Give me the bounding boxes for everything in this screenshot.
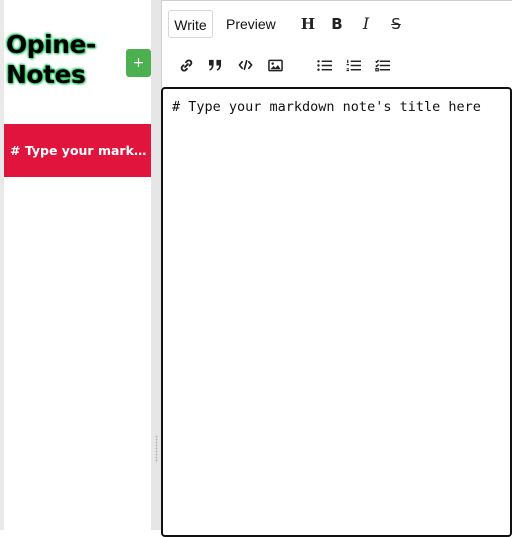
quote-icon	[208, 59, 221, 71]
app-title-line1: Opine-	[6, 30, 96, 59]
strikethrough-icon: S	[391, 15, 401, 33]
code-icon	[238, 59, 252, 71]
markdown-editor: Write Preview H B I S # Type your markdo…	[161, 0, 512, 537]
image-button[interactable]	[264, 54, 286, 76]
bold-button[interactable]: B	[326, 13, 348, 35]
app-title: Opine- Notes	[6, 30, 96, 90]
task-list-icon	[374, 59, 390, 71]
bulleted-list-icon	[316, 59, 332, 71]
italic-icon: I	[362, 14, 370, 33]
strikethrough-button[interactable]: S	[385, 13, 407, 35]
numbered-list-button[interactable]	[342, 54, 364, 76]
app-title-line2: Notes	[6, 60, 86, 89]
image-icon	[267, 59, 283, 71]
tab-preview[interactable]: Preview	[218, 10, 284, 38]
add-note-button[interactable]: +	[126, 49, 151, 77]
bulleted-list-button[interactable]	[313, 54, 335, 76]
bold-icon: B	[331, 15, 343, 33]
header-button[interactable]: H	[297, 13, 319, 35]
tab-write[interactable]: Write	[168, 10, 213, 38]
italic-button[interactable]: I	[355, 13, 377, 35]
header-icon: H	[300, 15, 316, 33]
link-button[interactable]	[175, 54, 197, 76]
code-button[interactable]	[234, 54, 256, 76]
note-list-item[interactable]: # Type your markdown note's title here	[4, 124, 151, 177]
sidebar: Opine- Notes + # Type your markdown note…	[4, 0, 151, 530]
task-list-button[interactable]	[371, 54, 393, 76]
numbered-list-icon	[346, 59, 361, 71]
note-content: # Type your markdown note's title here	[172, 99, 481, 115]
drag-handle-icon[interactable]	[155, 435, 158, 463]
pane-splitter[interactable]	[151, 0, 161, 530]
note-textarea[interactable]: # Type your markdown note's title here	[161, 87, 512, 537]
link-icon	[180, 59, 192, 71]
quote-button[interactable]	[204, 54, 226, 76]
